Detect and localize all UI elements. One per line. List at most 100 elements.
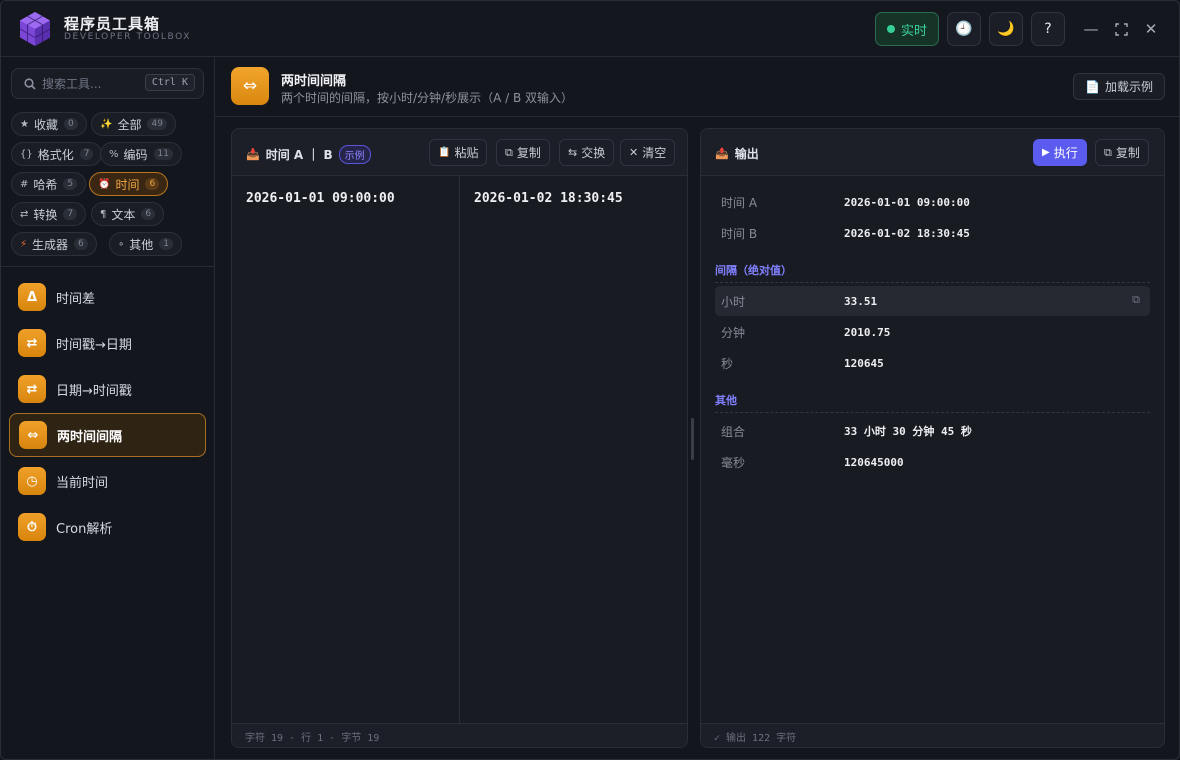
- close-button[interactable]: ✕: [1141, 19, 1161, 39]
- clear-button[interactable]: ✕ 清空: [620, 139, 676, 166]
- category-label: 全部: [117, 117, 142, 132]
- time-b-input[interactable]: 2026-01-02 18:30:45: [460, 176, 687, 723]
- output-value: 33.51: [844, 294, 878, 308]
- category-count: 6: [141, 208, 156, 220]
- category-label: 文本: [111, 207, 136, 222]
- lightning-icon: ⚡: [20, 238, 28, 250]
- run-button[interactable]: ▶ 执行: [1033, 139, 1087, 166]
- pilcrow-icon: ¶: [100, 208, 107, 220]
- sidebar-item-current-time[interactable]: ◷ 当前时间: [9, 459, 206, 503]
- category-format[interactable]: {} 格式化 7: [11, 142, 103, 166]
- category-other[interactable]: ∘ 其他 1: [109, 232, 183, 256]
- live-toggle[interactable]: 实时: [875, 12, 939, 46]
- clock-icon: 🕘: [955, 21, 973, 37]
- theme-toggle-button[interactable]: 🌙: [989, 12, 1023, 46]
- example-badge: 示例: [338, 145, 371, 164]
- output-value: 2010.75: [844, 325, 891, 339]
- time-a-input[interactable]: 2026-01-01 09:00:00: [232, 176, 460, 723]
- maximize-button[interactable]: [1111, 19, 1131, 39]
- sparkle-icon: ✨: [100, 118, 113, 130]
- category-text[interactable]: ¶ 文本 6: [91, 202, 165, 226]
- category-all[interactable]: ✨ 全部 49: [91, 112, 176, 136]
- output-value: 2026-01-02 18:30:45: [844, 226, 970, 240]
- output-row-seconds: 秒 120645: [715, 348, 1150, 378]
- output-value: 120645: [844, 356, 884, 370]
- output-panel-toolbar: 📤 输出 ▶ 执行 ⧉ 复制: [701, 129, 1164, 176]
- sidebar-item-date-to-timestamp[interactable]: ⇄ 日期→时间戳: [9, 367, 206, 411]
- input-stats: 字符 19 · 行 1 · 字节 19: [232, 723, 687, 747]
- category-label: 其他: [129, 237, 154, 252]
- app-subtitle: DEVELOPER TOOLBOX: [64, 32, 192, 42]
- panel-resize-handle[interactable]: [691, 418, 694, 460]
- input-title-text: 时间 A ｜ B: [265, 148, 333, 162]
- history-button[interactable]: 🕘: [947, 12, 981, 46]
- search-shortcut: Ctrl K: [144, 74, 195, 91]
- sidebar: 搜索工具... Ctrl K ★ 收藏 0 ✨ 全部 49 {} 格式化 7 % 编码 11 #…: [1, 57, 215, 759]
- percent-icon: %: [109, 148, 119, 160]
- output-key: 时间 A: [721, 195, 758, 210]
- category-count: 6: [74, 238, 88, 250]
- play-icon: ▶: [1042, 147, 1050, 158]
- sidebar-item-timestamp-to-date[interactable]: ⇄ 时间戳→日期: [9, 321, 206, 365]
- output-panel: 📤 输出 ▶ 执行 ⧉ 复制 时间 A 2026-01-01 09:00:00 时间 B…: [700, 128, 1165, 748]
- output-key: 时间 B: [721, 226, 758, 241]
- paste-button[interactable]: 📋 粘贴: [429, 139, 488, 166]
- output-value: 2026-01-01 09:00:00: [844, 195, 970, 209]
- close-icon: ✕: [629, 146, 639, 159]
- search-icon: [24, 77, 36, 90]
- copy-label: 复制: [516, 146, 541, 160]
- search-placeholder: 搜索工具...: [42, 77, 102, 91]
- category-label: 哈希: [33, 177, 58, 192]
- output-title-text: 输出: [734, 147, 759, 161]
- clear-label: 清空: [642, 146, 667, 160]
- help-button[interactable]: ?: [1031, 12, 1065, 46]
- load-example-button[interactable]: 📄 加载示例: [1073, 73, 1165, 100]
- category-time[interactable]: ⏰ 时间 6: [89, 172, 169, 196]
- copy-label: 复制: [1115, 146, 1140, 160]
- sidebar-divider: [1, 266, 214, 267]
- output-value: 120645000: [844, 455, 904, 469]
- output-key: 组合: [721, 424, 746, 439]
- category-encode[interactable]: % 编码 11: [100, 142, 182, 166]
- category-label: 格式化: [37, 147, 74, 162]
- swap-button[interactable]: ⇆ 交换: [559, 139, 615, 166]
- braces-icon: {}: [20, 148, 33, 160]
- live-status-dot: [886, 25, 895, 33]
- output-row-hours[interactable]: 小时 33.51 ⧉: [715, 286, 1150, 316]
- category-label: 收藏: [33, 117, 58, 132]
- copy-input-button[interactable]: ⧉ 复制: [496, 139, 550, 166]
- copy-icon[interactable]: ⧉: [1132, 293, 1140, 307]
- title-bar: 程序员工具箱 DEVELOPER TOOLBOX 实时 🕘 🌙 ? — ✕: [1, 1, 1179, 57]
- output-row-combined: 组合 33 小时 30 分钟 45 秒: [715, 416, 1150, 446]
- maximize-icon: [1114, 22, 1128, 36]
- double-arrow-icon: ⇔: [19, 421, 47, 449]
- category-count: 6: [145, 178, 160, 190]
- category-convert[interactable]: ⇄ 转换 7: [11, 202, 87, 226]
- category-hash[interactable]: # 哈希 5: [11, 172, 87, 196]
- sidebar-item-cron-parser[interactable]: ⏱ Cron解析: [9, 505, 206, 549]
- minimize-icon: —: [1083, 20, 1099, 38]
- copy-output-button[interactable]: ⧉ 复制: [1095, 139, 1149, 166]
- category-favorites[interactable]: ★ 收藏 0: [11, 112, 87, 136]
- document-icon: 📄: [1085, 79, 1100, 94]
- clock-icon: ◷: [18, 467, 46, 495]
- sidebar-item-time-interval[interactable]: ⇔ 两时间间隔: [9, 413, 206, 457]
- logo-icon: [19, 12, 51, 46]
- sidebar-item-time-diff[interactable]: Δ 时间差: [9, 275, 206, 319]
- section-other-title: 其他: [715, 392, 1150, 413]
- output-key: 分钟: [721, 325, 746, 340]
- output-key: 毫秒: [721, 455, 746, 470]
- swap-icon: ⇄: [18, 375, 46, 403]
- star-icon: ★: [20, 118, 29, 130]
- sidebar-item-label: 两时间间隔: [57, 429, 123, 445]
- output-key: 秒: [721, 356, 734, 371]
- minimize-button[interactable]: —: [1081, 19, 1101, 39]
- swap-label: 交换: [581, 146, 606, 160]
- category-count: 0: [63, 118, 78, 130]
- run-label: 执行: [1053, 146, 1078, 160]
- copy-icon: ⧉: [505, 145, 513, 159]
- search-input[interactable]: 搜索工具... Ctrl K: [11, 68, 204, 99]
- swap-icon: ⇄: [18, 329, 46, 357]
- dot-icon: ∘: [118, 238, 125, 250]
- category-generator[interactable]: ⚡ 生成器 6: [11, 232, 97, 256]
